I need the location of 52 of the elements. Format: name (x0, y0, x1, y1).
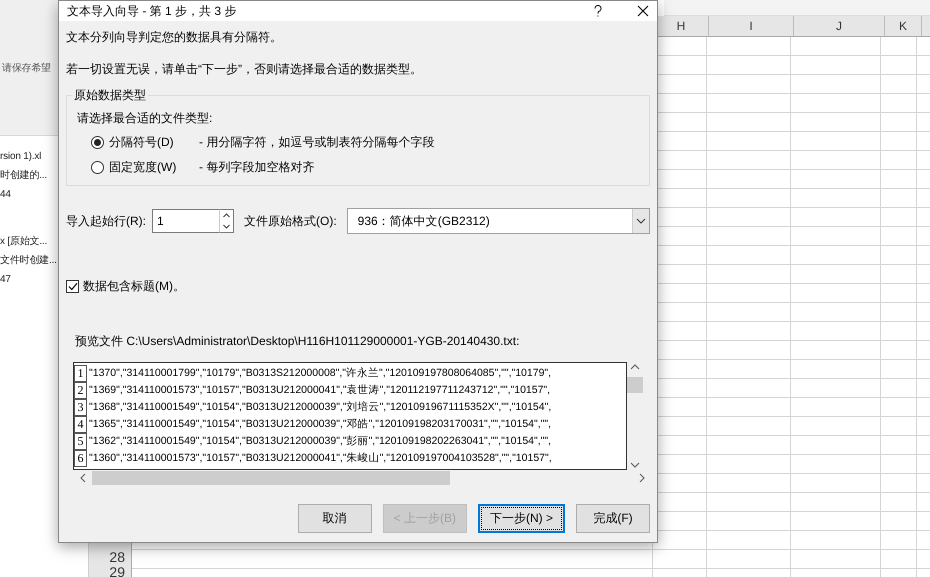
preview-line: "1369","314110001573","10157","B0313U212000041","袁世涛","120112197711243712","","10157", (89, 383, 550, 397)
preview-label: 预览文件 C:\Users\Administrator\Desktop\H116H101129000001-YGB-20140430.txt: (75, 333, 520, 350)
check-icon (68, 282, 78, 291)
file-version-text: 44 (0, 188, 12, 202)
column-header[interactable]: I (709, 16, 794, 36)
preview-line: "1362","314110001549","10154","B0313U212000039","彭丽","120109198202263041","","10154","", (89, 434, 552, 448)
save-hint-text: 请保存希望 (1, 62, 52, 74)
spin-button[interactable] (219, 209, 234, 233)
dialog-button[interactable]: 下一步(N) > (478, 504, 565, 533)
line-number: 6 (74, 450, 87, 466)
file-version-text: x [原始文... (0, 234, 48, 249)
line-number: 3 (74, 398, 87, 416)
scroll-right-icon (639, 473, 645, 483)
chevron-down-icon (636, 218, 646, 224)
checkbox[interactable] (66, 280, 79, 293)
preview-line: "1365","314110001549","10154","B0313U212000039","邓皓","120109198203170031","","10154","", (89, 417, 552, 431)
file-version-text: 文件时创建... (0, 254, 57, 268)
option-description: - 每列字段加空格对齐 (199, 159, 314, 176)
scroll-left-icon (80, 473, 86, 483)
file-origin-dropdown[interactable]: 936：简体中文(GB2312) (346, 208, 650, 234)
option-description: - 用分隔字符，如逗号或制表符分隔每个字段 (199, 134, 434, 151)
checkbox-label[interactable]: 数据包含标题(M)。 (83, 278, 185, 295)
scroll-up-icon (630, 364, 640, 370)
start-row-field[interactable]: 1 (152, 209, 219, 233)
option-label[interactable]: 分隔符号(D) (109, 134, 199, 151)
window-title: 文本导入向导 - 第 1 步，共 3 步 (67, 2, 236, 20)
line-number: 2 (74, 382, 87, 398)
radio-button[interactable] (91, 136, 104, 149)
field-label: 导入起始行(R): (66, 212, 146, 230)
option-label[interactable]: 固定宽度(W) (109, 159, 199, 176)
dialog-button[interactable]: 取消 (298, 504, 372, 533)
preview-line: "1368","314110001549","10154","B0313U212000039","刘培云","12010919671115352X","","10154", (89, 400, 552, 414)
radio-button[interactable] (91, 161, 104, 174)
field-label: 文件原始格式(O): (244, 212, 337, 230)
preview-line: "1370","314110001799","10179","B0313S212000008","许永兰","120109197808064085","","10179", (89, 366, 552, 380)
line-number: 5 (74, 432, 87, 450)
hint-text: 若一切设置无误，请单击“下一步”，否则请选择最合适的数据类型。 (66, 61, 423, 77)
group-legend: 原始数据类型 (72, 87, 148, 104)
column-header[interactable]: J (794, 16, 885, 36)
file-version-text: 47 (0, 273, 12, 287)
help-icon (593, 5, 603, 17)
preview-line: "1360","314110001573","10157","B0313U212000041","朱峻山","120109197004103528","","10157", (89, 451, 552, 465)
intro-text: 文本分列向导判定您的数据具有分隔符。 (66, 29, 283, 45)
scroll-down-icon (630, 462, 640, 468)
line-number: 4 (74, 416, 87, 432)
dialog-button[interactable]: 完成(F) (576, 504, 650, 533)
file-version-text: 时创建的... (0, 168, 48, 183)
close-icon (637, 5, 649, 17)
file-version-text: rsion 1).xl (0, 150, 42, 164)
column-header[interactable]: K (885, 16, 922, 36)
group-prompt: 请选择最合适的文件类型: (77, 110, 214, 127)
line-number: 1 (74, 364, 87, 382)
